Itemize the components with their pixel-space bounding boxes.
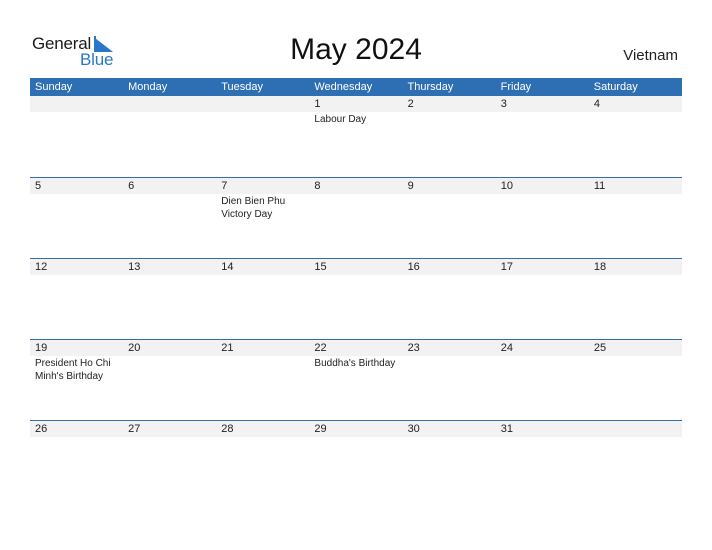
day-number: 25 bbox=[593, 342, 607, 354]
day-cell[interactable]: 8 bbox=[309, 178, 402, 258]
calendar-grid: Sunday Monday Tuesday Wednesday Thursday Frid… bbox=[30, 78, 682, 501]
day-cell[interactable]: 7 Dien Bien Phu Victory Day bbox=[216, 178, 309, 258]
day-number: 12 bbox=[35, 261, 48, 273]
weekday-thursday: Thursday bbox=[407, 81, 454, 93]
day-cell[interactable] bbox=[30, 96, 123, 176]
day-number: 31 bbox=[500, 423, 513, 435]
day-cell[interactable]: 29 bbox=[309, 421, 402, 501]
week-row: 12 13 14 15 16 17 18 bbox=[30, 258, 682, 339]
week-row: 1 Labour Day 2 3 4 bbox=[30, 96, 682, 177]
day-number: 4 bbox=[593, 98, 600, 110]
weekday-saturday: Saturday bbox=[593, 81, 638, 93]
day-cell[interactable]: 24 bbox=[496, 340, 589, 420]
day-number: 7 bbox=[221, 180, 228, 192]
weeks-container: 1 Labour Day 2 3 4 5 6 7 Dien Bien Phu Victory D… bbox=[30, 96, 682, 501]
day-number: 1 bbox=[314, 98, 321, 110]
holiday-label: Dien Bien Phu Victory Day bbox=[221, 196, 286, 220]
day-cell[interactable]: 25 bbox=[589, 340, 682, 420]
country-label: Vietnam bbox=[623, 47, 678, 64]
day-cell[interactable]: 21 bbox=[216, 340, 309, 420]
day-cell[interactable] bbox=[123, 96, 216, 176]
calendar-title: May 2024 bbox=[290, 33, 422, 66]
day-number: 28 bbox=[221, 423, 234, 435]
weekday-friday: Friday bbox=[500, 81, 532, 93]
day-number: 10 bbox=[500, 180, 513, 192]
day-number: 17 bbox=[500, 261, 513, 273]
day-cell[interactable]: 6 bbox=[123, 178, 216, 258]
day-cell[interactable]: 13 bbox=[123, 259, 216, 339]
day-number: 9 bbox=[407, 180, 414, 192]
day-cell[interactable]: 12 bbox=[30, 259, 123, 339]
day-cell[interactable]: 14 bbox=[216, 259, 309, 339]
day-number: 18 bbox=[593, 261, 607, 273]
day-cell[interactable]: 27 bbox=[123, 421, 216, 501]
day-cell[interactable]: 17 bbox=[496, 259, 589, 339]
day-number: 30 bbox=[407, 423, 420, 435]
day-number: 23 bbox=[407, 342, 420, 354]
holiday-label: Buddha's Birthday bbox=[314, 358, 396, 369]
week-row: 5 6 7 Dien Bien Phu Victory Day 8 9 10 11 bbox=[30, 177, 682, 258]
holiday-label: Labour Day bbox=[314, 114, 367, 125]
day-number: 24 bbox=[500, 342, 513, 354]
day-cell[interactable] bbox=[216, 96, 309, 176]
weekday-header: Sunday Monday Tuesday Wednesday Thursday Frid… bbox=[30, 78, 682, 96]
day-cell[interactable]: 19 President Ho Chi Minh's Birthday bbox=[30, 340, 123, 420]
weekday-tuesday: Tuesday bbox=[221, 81, 264, 93]
day-cell[interactable]: 26 bbox=[30, 421, 123, 501]
day-number: 5 bbox=[35, 180, 42, 192]
day-number: 20 bbox=[128, 342, 141, 354]
day-number: 19 bbox=[35, 342, 48, 354]
day-number: 11 bbox=[593, 180, 606, 192]
day-cell[interactable]: 2 bbox=[403, 96, 496, 176]
day-cell[interactable]: 22 Buddha's Birthday bbox=[309, 340, 402, 420]
day-cell[interactable]: 30 bbox=[403, 421, 496, 501]
day-number: 14 bbox=[221, 261, 234, 273]
day-number: 8 bbox=[314, 180, 321, 192]
holiday-label: President Ho Chi Minh's Birthday bbox=[35, 358, 111, 382]
day-cell[interactable]: 9 bbox=[403, 178, 496, 258]
week-row: 26 27 28 29 30 31 bbox=[30, 420, 682, 501]
day-number: 6 bbox=[128, 180, 135, 192]
week-row: 19 President Ho Chi Minh's Birthday 20 21 22… bbox=[30, 339, 682, 420]
day-cell[interactable]: 18 bbox=[589, 259, 682, 339]
weekday-wednesday: Wednesday bbox=[314, 81, 373, 93]
day-number: 26 bbox=[35, 423, 48, 435]
weekday-sunday: Sunday bbox=[35, 81, 73, 93]
day-cell[interactable]: 28 bbox=[216, 421, 309, 501]
day-number: 27 bbox=[128, 423, 141, 435]
day-number: 16 bbox=[407, 261, 420, 273]
day-cell[interactable]: 31 bbox=[496, 421, 589, 501]
day-number: 21 bbox=[221, 342, 234, 354]
day-cell[interactable]: 16 bbox=[403, 259, 496, 339]
day-number: 22 bbox=[314, 342, 327, 354]
day-number: 13 bbox=[128, 261, 141, 273]
weekday-monday: Monday bbox=[128, 81, 168, 93]
day-number: 15 bbox=[314, 261, 327, 273]
day-cell[interactable] bbox=[589, 421, 682, 501]
day-cell[interactable]: 3 bbox=[496, 96, 589, 176]
day-cell[interactable]: 4 bbox=[589, 96, 682, 176]
day-cell[interactable]: 10 bbox=[496, 178, 589, 258]
day-cell[interactable]: 1 Labour Day bbox=[309, 96, 402, 176]
day-cell[interactable]: 23 bbox=[403, 340, 496, 420]
day-number: 29 bbox=[314, 423, 327, 435]
day-number: 3 bbox=[500, 98, 507, 110]
day-cell[interactable]: 5 bbox=[30, 178, 123, 258]
day-cell[interactable]: 20 bbox=[123, 340, 216, 420]
day-cell[interactable]: 11 bbox=[589, 178, 682, 258]
day-cell[interactable]: 15 bbox=[309, 259, 402, 339]
day-number: 2 bbox=[407, 98, 414, 110]
